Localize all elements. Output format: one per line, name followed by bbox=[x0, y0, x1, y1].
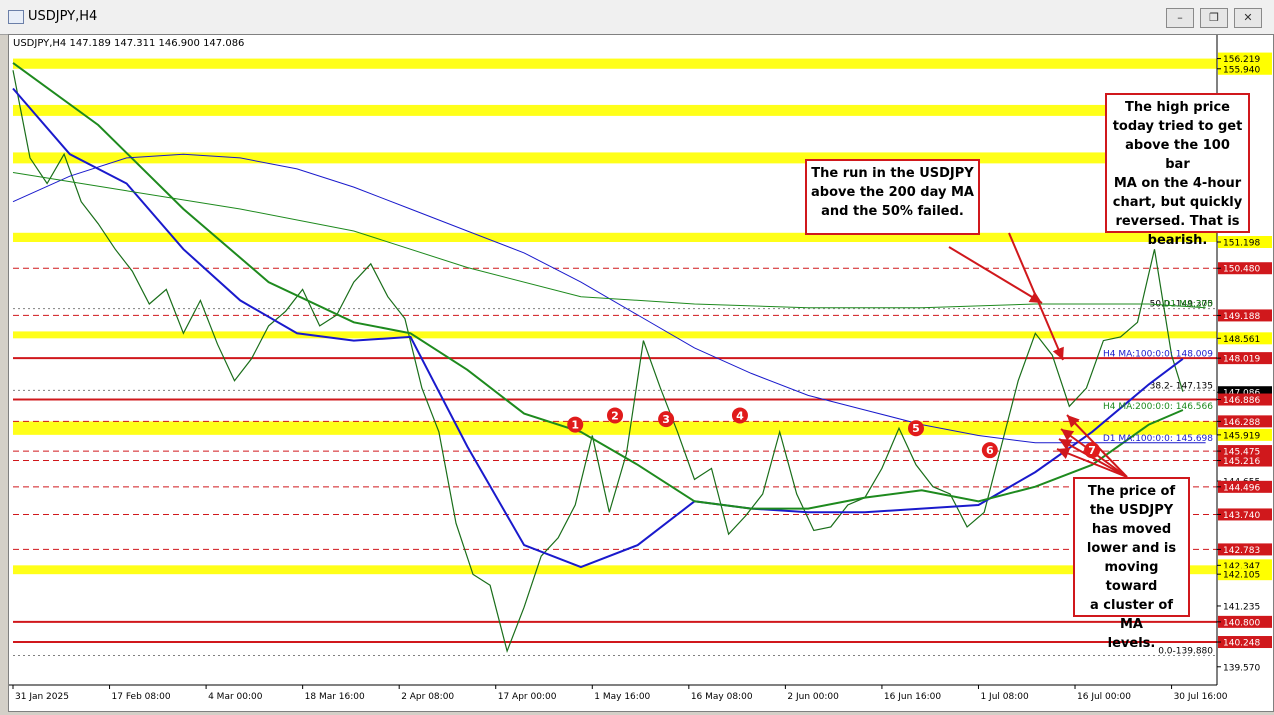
time-tick-label: 17 Apr 00:00 bbox=[498, 692, 557, 702]
ma-label: D1 MA:100:0:0: 145.698 bbox=[1103, 434, 1213, 444]
window-title: USDJPY,H4 bbox=[28, 9, 98, 24]
yellow-zone bbox=[13, 232, 1217, 242]
time-tick-label: 2 Jun 00:00 bbox=[787, 692, 839, 702]
price-tick-label: 151.198 bbox=[1223, 238, 1260, 248]
chart-header: USDJPY,H4 147.189 147.311 146.900 147.08… bbox=[13, 38, 244, 49]
touch-marker-label: 4 bbox=[736, 409, 744, 422]
close-button[interactable]: ✕ bbox=[1234, 8, 1262, 28]
annotation-arrow bbox=[948, 246, 1043, 304]
chart-area[interactable]: 50.0 -149.375 38.2- 147.135 0.0-139.880 D1… bbox=[8, 34, 1274, 712]
price-tick-label: 144.496 bbox=[1223, 483, 1260, 493]
annotation-arrow bbox=[1008, 232, 1064, 361]
annotation-arrows bbox=[948, 232, 1128, 478]
price-tick-label: 142.105 bbox=[1223, 571, 1260, 581]
price-tick-label: 140.248 bbox=[1223, 639, 1260, 649]
time-tick-label: 30 Jul 16:00 bbox=[1174, 692, 1228, 702]
price-tick-label: 145.216 bbox=[1223, 457, 1260, 467]
time-tick-label: 16 Jul 00:00 bbox=[1077, 692, 1131, 702]
touch-marker-label: 1 bbox=[571, 419, 579, 432]
touch-marker-label: 6 bbox=[986, 444, 994, 457]
price-tick-label: 150.480 bbox=[1223, 265, 1260, 275]
callout-ma-cluster: The price of the USDJPY has moved lower … bbox=[1073, 477, 1190, 651]
fibonacci-lines: 50.0 -149.37538.2- 147.1350.0-139.880 bbox=[13, 300, 1217, 656]
ma-label: H4 MA:100:0:0: 148.009 bbox=[1103, 349, 1213, 359]
touch-marker-label: 7 bbox=[1088, 444, 1096, 457]
price-tick-label: 148.019 bbox=[1223, 355, 1260, 365]
time-tick-label: 1 May 16:00 bbox=[594, 692, 650, 702]
time-tick-label: 4 Mar 00:00 bbox=[208, 692, 263, 702]
time-tick-label: 18 Mar 16:00 bbox=[305, 692, 365, 702]
minimize-button[interactable]: – bbox=[1166, 8, 1194, 28]
yellow-zone bbox=[13, 565, 1217, 575]
price-tick-label: 142.783 bbox=[1223, 546, 1260, 556]
price-tick-label: 143.740 bbox=[1223, 511, 1260, 521]
touch-marker-label: 5 bbox=[912, 422, 920, 435]
price-tick-label: 148.561 bbox=[1223, 335, 1260, 345]
callout-200-day: The run in the USDJPY above the 200 day … bbox=[805, 159, 980, 235]
time-tick-label: 31 Jan 2025 bbox=[15, 692, 69, 702]
ma-line-2 bbox=[12, 62, 1184, 510]
yellow-zone bbox=[13, 104, 1217, 116]
price-tick-label: 140.800 bbox=[1223, 618, 1260, 628]
price-tick-label: 146.886 bbox=[1223, 396, 1260, 406]
price-tick-label: 145.919 bbox=[1223, 431, 1260, 441]
yellow-zone bbox=[13, 152, 1217, 164]
time-tick-label: 1 Jul 08:00 bbox=[980, 692, 1029, 702]
callout-high-price: The high price today tried to get above … bbox=[1105, 93, 1250, 248]
chart-window-icon bbox=[8, 10, 24, 24]
fib-label: 0.0-139.880 bbox=[1158, 646, 1213, 656]
time-axis: 31 Jan 2025 17 Feb 08:00 4 Mar 00:00 18 Mar… bbox=[9, 684, 1273, 711]
price-tick-label: 141.235 bbox=[1223, 602, 1260, 612]
price-tick-label: 139.570 bbox=[1223, 663, 1260, 673]
restore-button[interactable]: ❐ bbox=[1200, 8, 1228, 28]
time-tick-label: 2 Apr 08:00 bbox=[401, 692, 454, 702]
ma-label: D1 MA:200 bbox=[1164, 300, 1214, 310]
touch-marker-label: 2 bbox=[611, 409, 619, 422]
window-titlebar: USDJPY,H4 – ❐ ✕ bbox=[0, 0, 1274, 35]
time-tick-label: 16 Jun 16:00 bbox=[884, 692, 941, 702]
time-tick-label: 16 May 08:00 bbox=[691, 692, 753, 702]
time-tick-label: 17 Feb 08:00 bbox=[112, 692, 171, 702]
price-tick-label: 146.288 bbox=[1223, 418, 1260, 428]
yellow-zone bbox=[13, 58, 1217, 69]
ma-label: H4 MA:200:0:0: 146.566 bbox=[1103, 402, 1213, 412]
price-tick-label: 155.940 bbox=[1223, 65, 1260, 75]
red-level-lines bbox=[13, 267, 1217, 644]
touch-marker-label: 3 bbox=[662, 413, 670, 426]
price-tick-label: 149.188 bbox=[1223, 312, 1260, 322]
yellow-zones bbox=[13, 58, 1217, 575]
